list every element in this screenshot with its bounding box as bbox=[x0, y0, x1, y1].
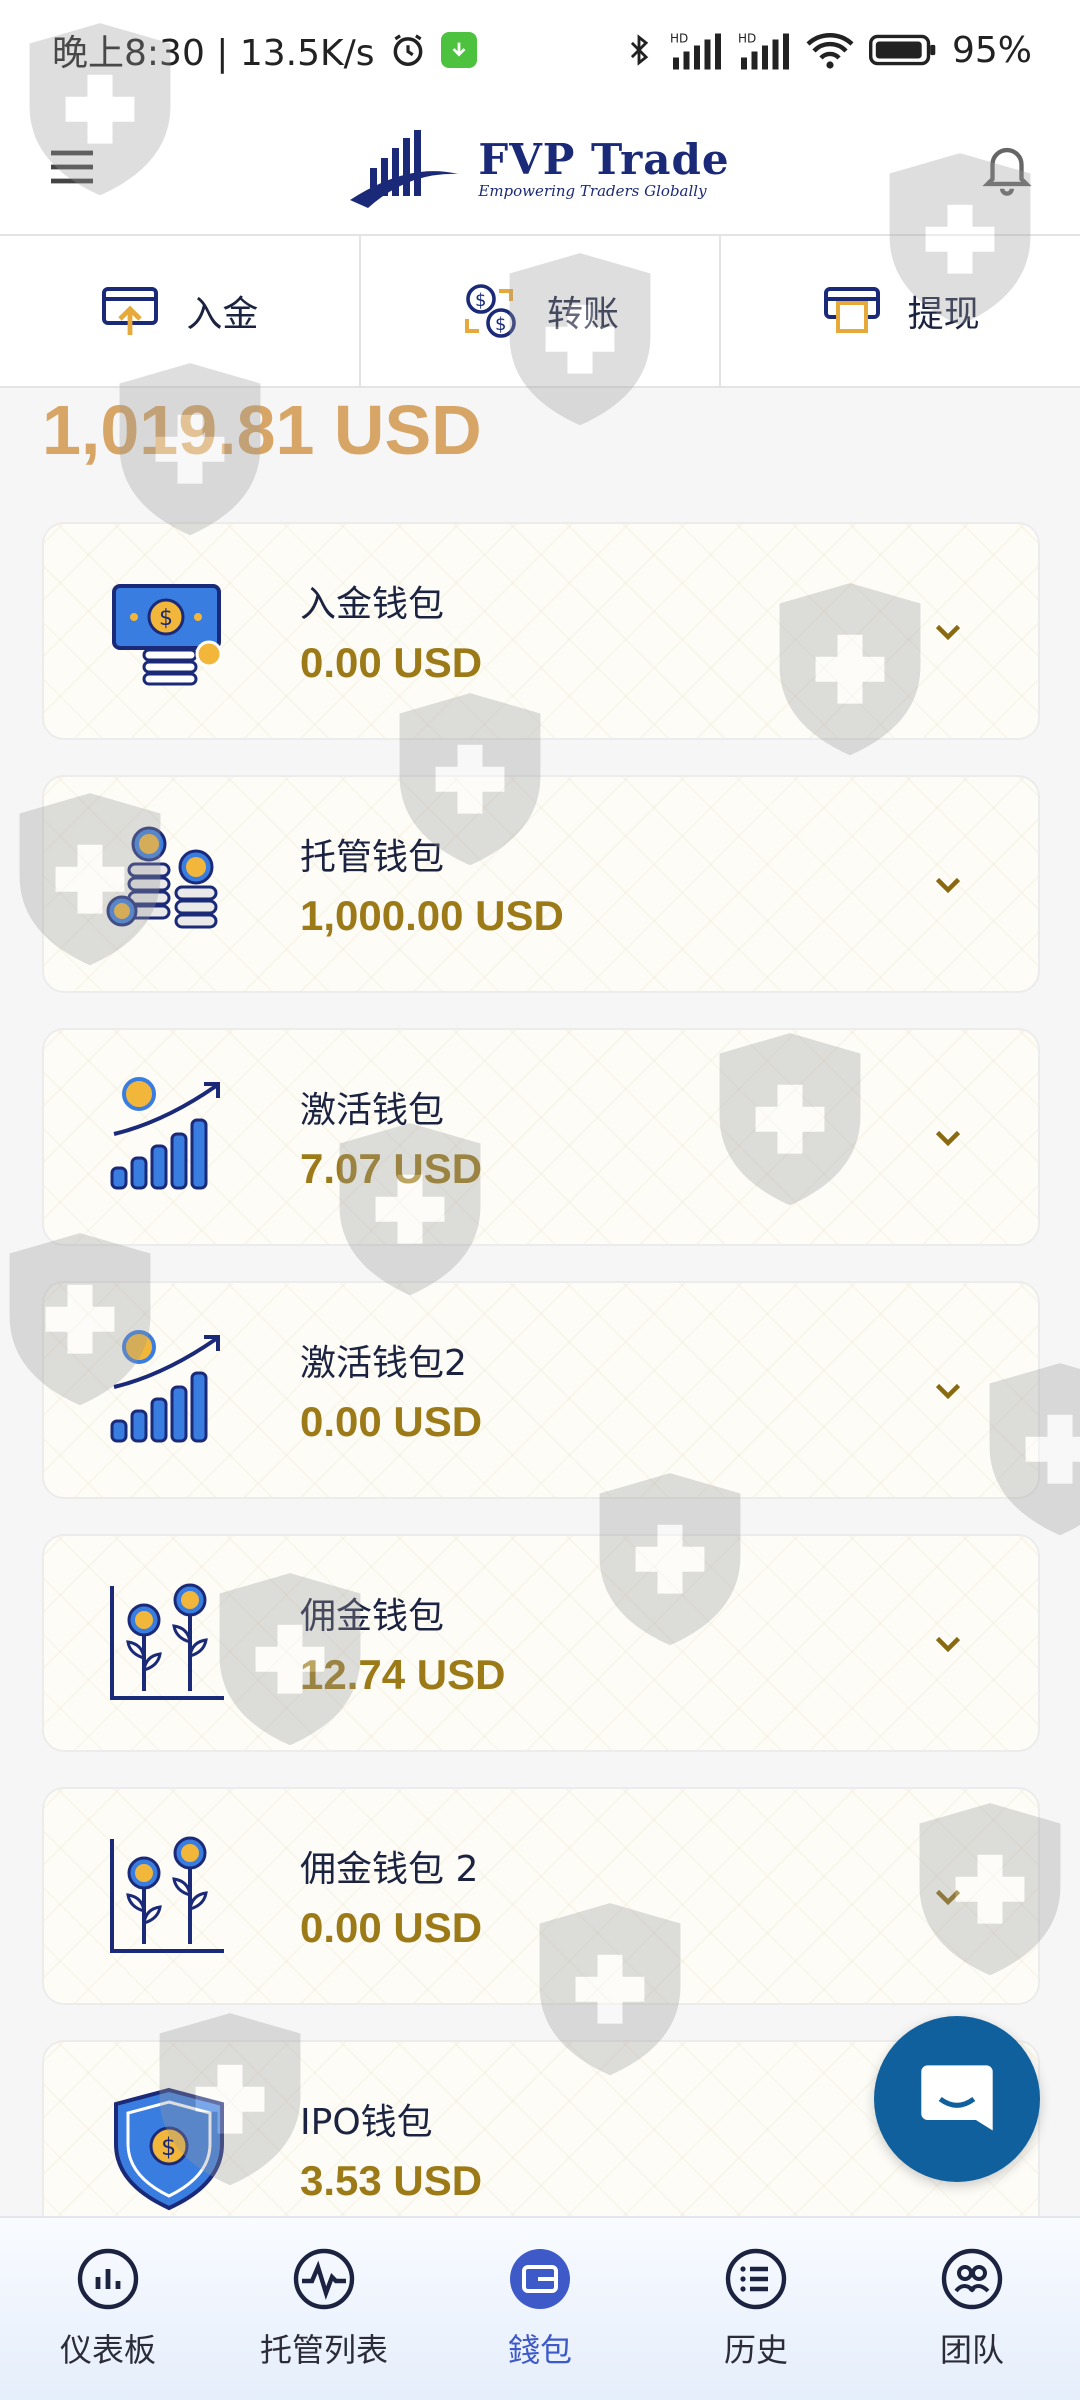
menu-icon[interactable] bbox=[44, 139, 100, 195]
battery-percent: 95% bbox=[951, 29, 1032, 71]
brand-tagline: Empowering Traders Globally bbox=[478, 181, 707, 200]
chevron-down-icon[interactable] bbox=[930, 1372, 966, 1408]
wallet-name: IPO钱包 bbox=[300, 2102, 433, 2143]
total-balance: 1,019.81 USD bbox=[42, 391, 482, 469]
list-icon bbox=[724, 2247, 788, 2311]
status-time: 晚上8:30 | 13.5K/s bbox=[52, 33, 375, 74]
wallet-amount: 3.53 USD bbox=[300, 2157, 483, 2204]
wallet-list: $ 入金钱包 0.00 USD 托管钱包 1,000.00 USD 激活钱包 7… bbox=[42, 522, 1040, 2293]
signal-icon: HD bbox=[738, 32, 789, 70]
transfer-icon: $$ bbox=[465, 284, 516, 338]
alarm-icon bbox=[393, 34, 422, 66]
wallet-card[interactable]: $ 入金钱包 0.00 USD bbox=[42, 522, 1040, 740]
wallet-info: 佣金钱包 12.74 USD bbox=[300, 1587, 505, 1699]
shield-dollar-icon: $ bbox=[114, 2087, 224, 2211]
wallet-name: 托管钱包 bbox=[300, 837, 445, 878]
withdraw-icon bbox=[823, 287, 880, 333]
download-icon bbox=[440, 32, 477, 68]
wallet-amount: 0.00 USD bbox=[300, 1904, 483, 1951]
chat-button[interactable] bbox=[874, 2016, 1040, 2182]
wallet-icon bbox=[508, 2247, 572, 2311]
wallet-info: 托管钱包 1,000.00 USD bbox=[300, 828, 564, 940]
nav-label: 历史 bbox=[723, 2331, 788, 2369]
wallet-card[interactable]: 激活钱包2 0.00 USD bbox=[42, 1281, 1040, 1499]
growth-chart-icon bbox=[110, 1330, 220, 1443]
chevron-down-icon[interactable] bbox=[930, 613, 966, 649]
chevron-down-icon[interactable] bbox=[930, 1625, 966, 1661]
withdraw-button[interactable]: 提现 bbox=[719, 236, 1080, 386]
transfer-label: 转账 bbox=[547, 294, 620, 335]
coins-icon bbox=[106, 826, 218, 929]
nav-wallet[interactable]: 錢包 bbox=[432, 2218, 648, 2400]
bell-icon[interactable] bbox=[978, 138, 1036, 196]
svg-text:$: $ bbox=[475, 290, 486, 311]
svg-text:HD: HD bbox=[738, 32, 756, 46]
wallet-name: 佣金钱包 2 bbox=[300, 1849, 479, 1890]
wallet-amount: 7.07 USD bbox=[300, 1145, 483, 1192]
deposit-button[interactable]: 入金 bbox=[0, 236, 359, 386]
wifi-icon bbox=[806, 33, 854, 69]
wallet-card[interactable]: 托管钱包 1,000.00 USD bbox=[42, 775, 1040, 993]
chevron-down-icon[interactable] bbox=[930, 866, 966, 902]
logo-icon bbox=[350, 130, 459, 208]
chevron-down-icon[interactable] bbox=[930, 1878, 966, 1914]
deposit-label: 入金 bbox=[186, 294, 259, 335]
svg-text:$: $ bbox=[159, 606, 173, 631]
wallet-card[interactable]: 佣金钱包 12.74 USD bbox=[42, 1534, 1040, 1752]
wallet-name: 激活钱包2 bbox=[300, 1343, 467, 1384]
wallet-name: 激活钱包 bbox=[300, 1090, 445, 1131]
growth-chart-icon bbox=[110, 1077, 220, 1190]
logo-text: FVP Trade Empowering Traders Globally bbox=[478, 135, 729, 200]
wallet-info: 佣金钱包 2 0.00 USD bbox=[300, 1840, 482, 1952]
team-icon bbox=[940, 2247, 1004, 2311]
nav-dashboard[interactable]: 仪表板 bbox=[0, 2218, 216, 2400]
status-left: 晚上8:30 | 13.5K/s bbox=[52, 24, 477, 76]
chat-icon bbox=[921, 2065, 993, 2131]
nav-label: 团队 bbox=[939, 2331, 1004, 2369]
wallet-card[interactable]: 激活钱包 7.07 USD bbox=[42, 1028, 1040, 1246]
deposit-icon bbox=[102, 287, 159, 335]
bottom-nav: 仪表板 托管列表 錢包 历史 团队 bbox=[0, 2216, 1080, 2400]
wallet-card[interactable]: 佣金钱包 2 0.00 USD bbox=[42, 1787, 1040, 2005]
pulse-icon bbox=[292, 2247, 356, 2311]
transfer-button[interactable]: $ $ 转账 bbox=[358, 236, 720, 386]
money-plant-icon bbox=[110, 1836, 224, 1953]
wallet-name: 佣金钱包 bbox=[300, 1596, 445, 1637]
svg-text:$: $ bbox=[161, 2133, 176, 2161]
nav-label: 托管列表 bbox=[259, 2331, 388, 2369]
battery-icon bbox=[868, 34, 936, 66]
status-right: HD HD 95% bbox=[622, 30, 1032, 71]
signal-icon: HD bbox=[670, 32, 721, 70]
wallet-info: 入金钱包 0.00 USD bbox=[300, 575, 482, 687]
wallet-amount: 12.74 USD bbox=[300, 1651, 506, 1698]
wallet-info: IPO钱包 3.53 USD bbox=[300, 2093, 482, 2205]
withdraw-label: 提现 bbox=[907, 294, 980, 335]
nav-team[interactable]: 团队 bbox=[864, 2218, 1080, 2400]
svg-text:HD: HD bbox=[670, 32, 688, 46]
nav-label: 錢包 bbox=[507, 2331, 572, 2369]
nav-custody-list[interactable]: 托管列表 bbox=[216, 2218, 432, 2400]
cash-icon: $ bbox=[112, 584, 223, 686]
bluetooth-icon bbox=[630, 34, 649, 66]
brand-name: FVP Trade bbox=[478, 134, 730, 184]
wallet-info: 激活钱包2 0.00 USD bbox=[300, 1334, 482, 1446]
nav-history[interactable]: 历史 bbox=[648, 2218, 864, 2400]
chevron-down-icon[interactable] bbox=[930, 1119, 966, 1155]
wallet-info: 激活钱包 7.07 USD bbox=[300, 1081, 482, 1193]
status-bar: 晚上8:30 | 13.5K/s HD HD 95% bbox=[0, 0, 1080, 100]
nav-label: 仪表板 bbox=[59, 2331, 156, 2369]
money-plant-icon bbox=[110, 1583, 224, 1700]
wallet-name: 入金钱包 bbox=[300, 584, 445, 625]
svg-text:$: $ bbox=[495, 314, 506, 335]
dashboard-icon bbox=[76, 2247, 140, 2311]
wallet-amount: 0.00 USD bbox=[300, 1398, 483, 1445]
wallet-amount: 1,000.00 USD bbox=[300, 892, 564, 939]
app-header: FVP Trade Empowering Traders Globally bbox=[0, 100, 1080, 236]
action-bar: 入金 $ $ 转账 提现 bbox=[0, 236, 1080, 388]
wallet-amount: 0.00 USD bbox=[300, 639, 483, 686]
logo: FVP Trade Empowering Traders Globally bbox=[348, 122, 729, 212]
